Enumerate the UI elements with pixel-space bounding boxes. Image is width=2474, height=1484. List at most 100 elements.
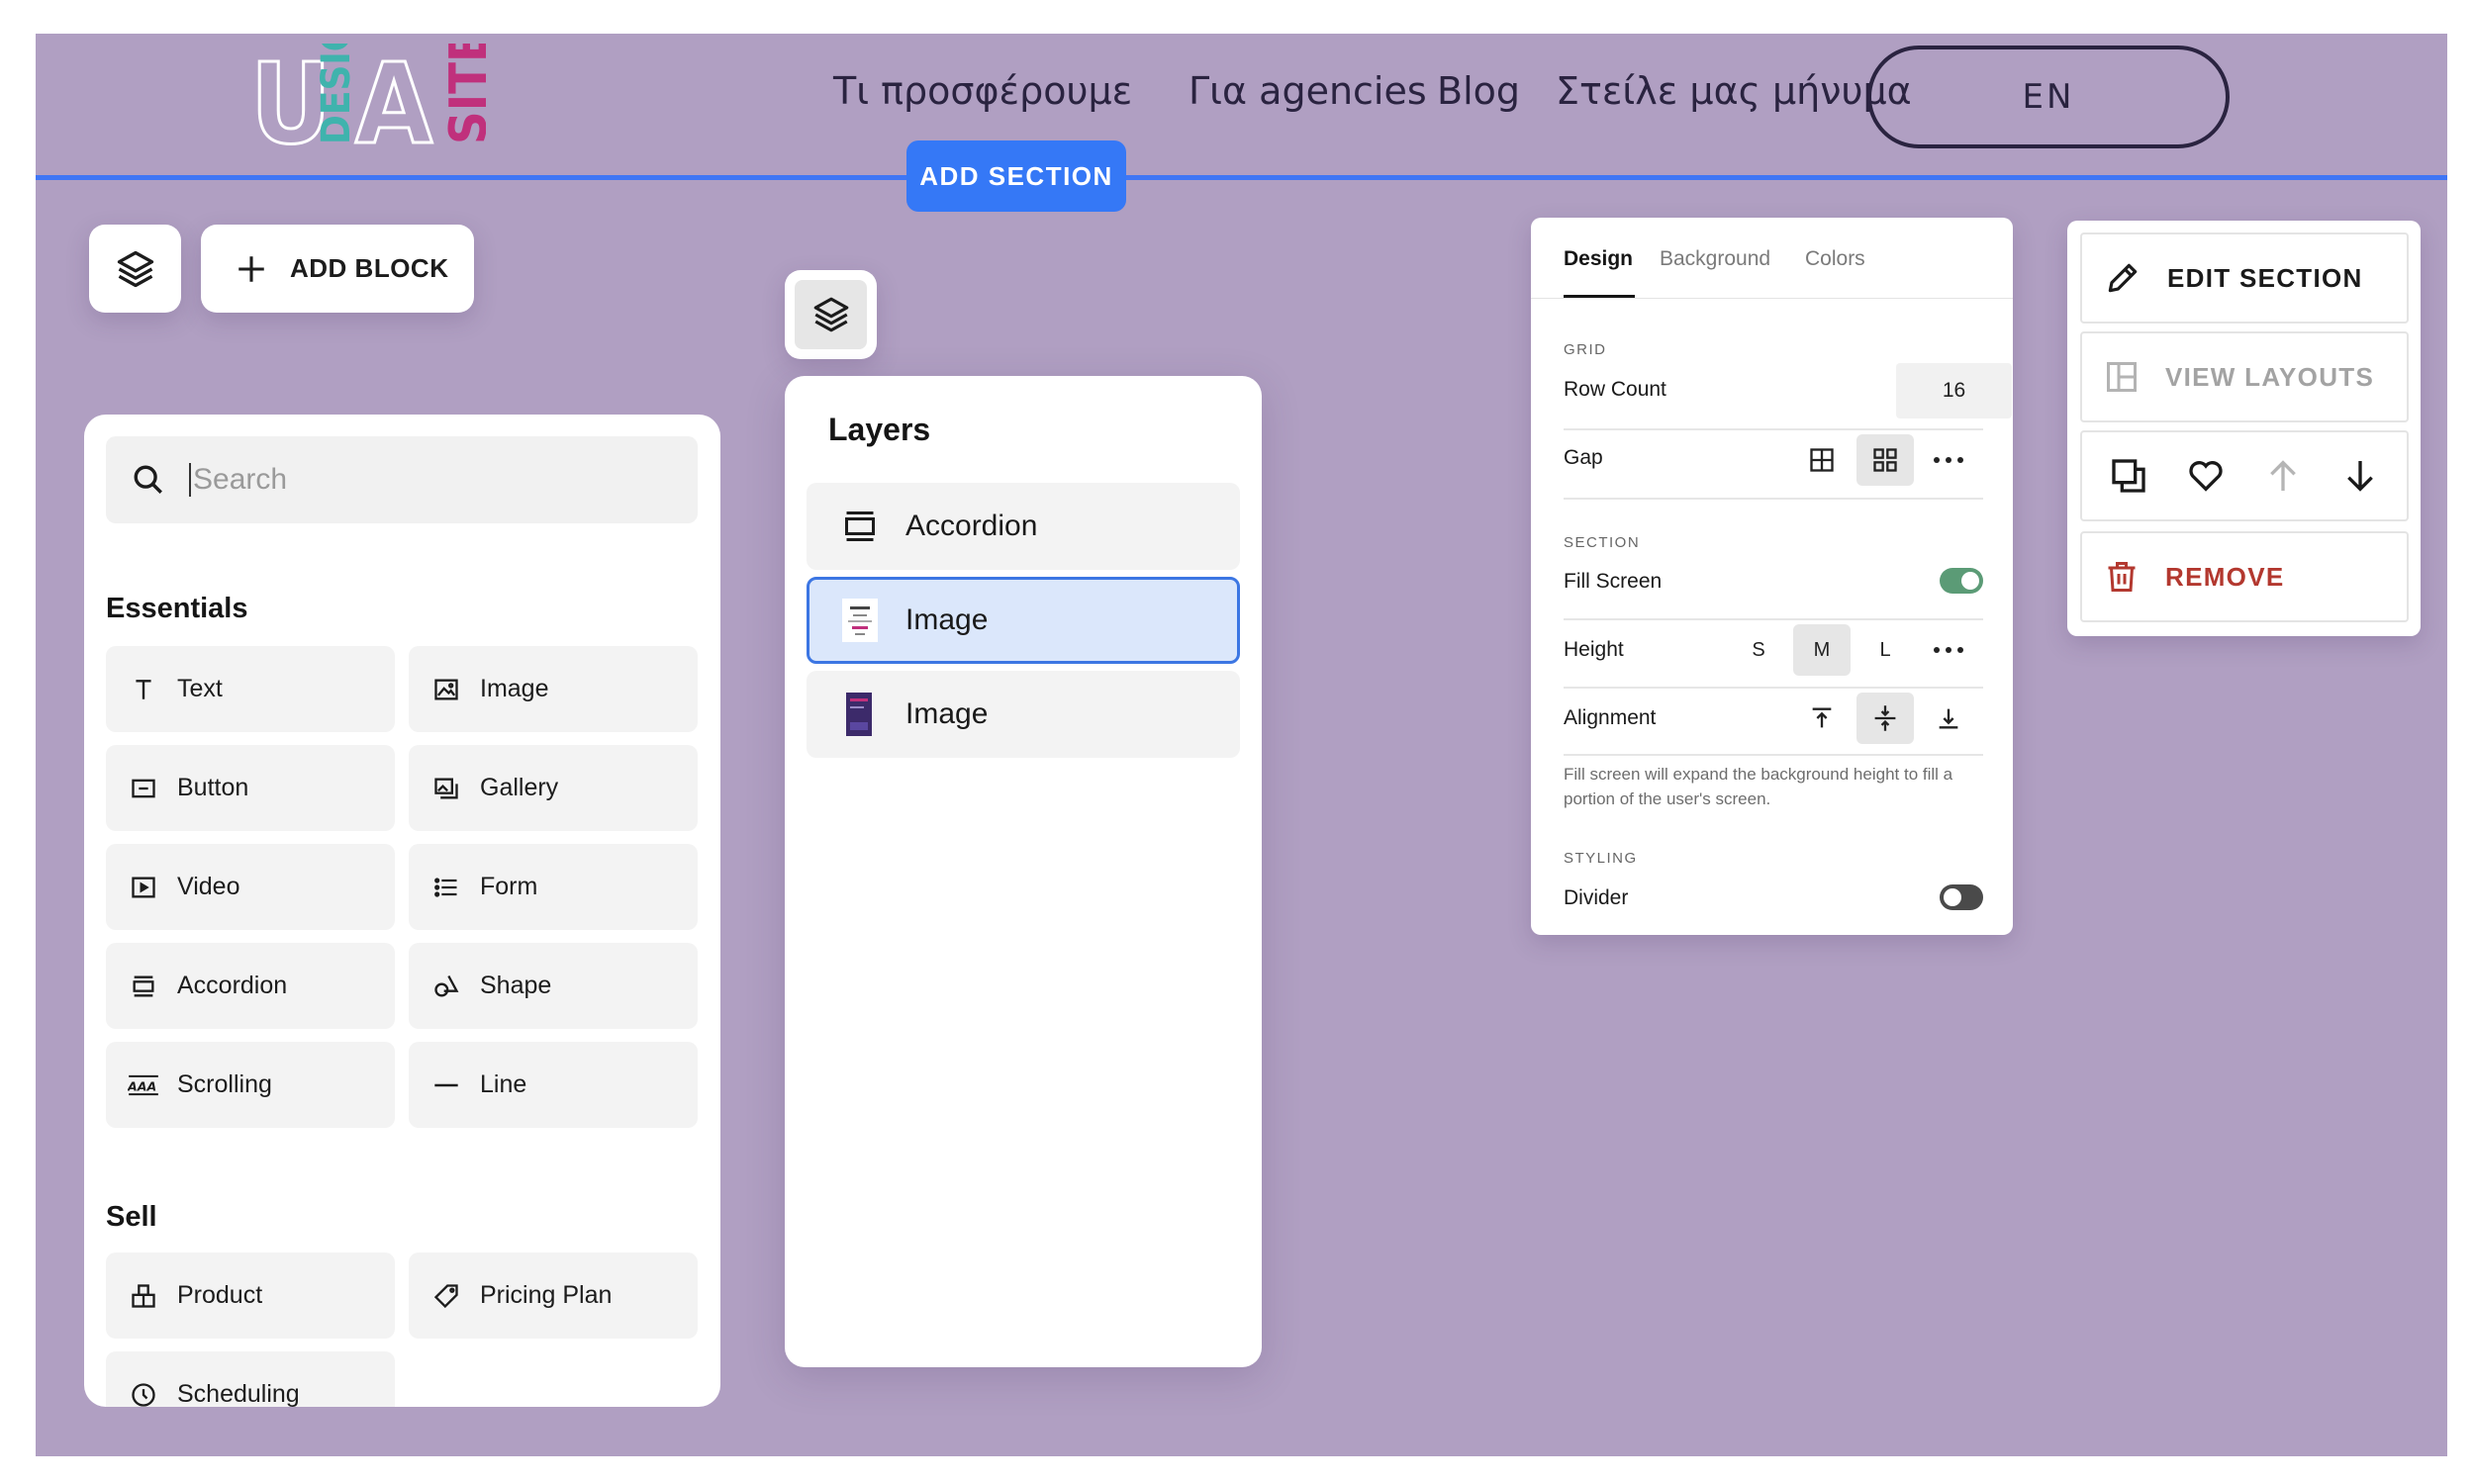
pencil-icon	[2104, 259, 2141, 297]
remove-section-button[interactable]: REMOVE	[2080, 531, 2409, 622]
grid-spaced-icon	[1871, 446, 1899, 474]
block-tile-accordion[interactable]: Accordion	[106, 943, 395, 1029]
product-icon	[128, 1280, 159, 1312]
section-title-sell: Sell	[106, 1201, 157, 1233]
block-tile-label: Accordion	[177, 972, 288, 999]
block-tile-form[interactable]: Form	[409, 844, 698, 930]
gap-more-button[interactable]	[1920, 434, 1977, 486]
video-icon	[128, 872, 159, 903]
divider-toggle[interactable]	[1940, 884, 1983, 910]
gap-wide-button[interactable]	[1793, 434, 1851, 486]
block-tile-line[interactable]: Line	[409, 1042, 698, 1128]
image-icon	[430, 674, 462, 705]
gap-label: Gap	[1564, 446, 1603, 469]
divider	[1564, 498, 1983, 500]
text-icon	[128, 674, 159, 705]
view-layouts-label: VIEW LAYOUTS	[2165, 361, 2375, 392]
height-large-button[interactable]: L	[1856, 624, 1914, 676]
divider-label: Divider	[1564, 886, 1629, 909]
layer-item[interactable]: Image	[807, 671, 1240, 758]
svg-text:A: A	[355, 44, 432, 154]
search-input[interactable]	[189, 463, 664, 497]
gap-spaced-button[interactable]	[1856, 434, 1914, 486]
block-tile-scheduling[interactable]: Scheduling	[106, 1351, 395, 1407]
layer-item-selected[interactable]: Image	[807, 577, 1240, 664]
pricing-tag-icon	[430, 1280, 462, 1312]
divider	[1564, 754, 1983, 756]
editor-canvas: U A DESIGN SITE Τι προσφέρουμε Για agenc…	[36, 34, 2447, 1456]
block-tile-product[interactable]: Product	[106, 1252, 395, 1339]
align-bottom-button[interactable]	[1920, 693, 1977, 744]
form-icon	[430, 872, 462, 903]
plus-icon	[235, 252, 268, 286]
button-icon	[128, 773, 159, 804]
nav-link-offer[interactable]: Τι προσφέρουμε	[833, 69, 1132, 113]
add-section-button[interactable]: ADD SECTION	[906, 140, 1126, 212]
shape-icon	[430, 971, 462, 1002]
block-tile-button[interactable]: Button	[106, 745, 395, 831]
arrow-up-icon[interactable]	[2263, 456, 2303, 496]
block-tile-label: Scheduling	[177, 1380, 300, 1407]
divider	[1531, 298, 2013, 299]
section-actions-row	[2080, 430, 2409, 521]
block-tile-gallery[interactable]: Gallery	[409, 745, 698, 831]
duplicate-icon[interactable]	[2109, 456, 2148, 496]
block-tile-label: Product	[177, 1281, 263, 1309]
edit-section-button[interactable]: EDIT SECTION	[2080, 232, 2409, 324]
nav-link-agencies[interactable]: Για agencies	[1189, 69, 1427, 113]
block-tile-video[interactable]: Video	[106, 844, 395, 930]
row-count-label: Row Count	[1564, 378, 1666, 401]
block-tile-shape[interactable]: Shape	[409, 943, 698, 1029]
section-toolbar: EDIT SECTION VIEW LAYOUTS REMOVE	[2067, 221, 2421, 636]
layers-panel-toggle[interactable]	[785, 270, 877, 359]
block-tile-label: Video	[177, 873, 240, 900]
group-label-grid: GRID	[1564, 341, 1607, 358]
align-top-button[interactable]	[1793, 693, 1851, 744]
gallery-icon	[430, 773, 462, 804]
row-count-input[interactable]: 16	[1896, 363, 2012, 418]
align-center-icon	[1871, 703, 1899, 733]
layer-item[interactable]: Accordion	[807, 483, 1240, 570]
align-bottom-icon	[1935, 704, 1962, 732]
fill-screen-help-text: Fill screen will expand the background h…	[1564, 765, 1953, 808]
heart-icon[interactable]	[2186, 456, 2226, 496]
layers-icon	[114, 247, 157, 291]
align-center-button[interactable]	[1856, 693, 1914, 744]
tab-design[interactable]: Design	[1564, 247, 1633, 271]
block-tile-label: Text	[177, 675, 223, 702]
block-tile-label: Form	[480, 873, 538, 900]
block-tile-label: Shape	[480, 972, 552, 999]
view-layouts-button[interactable]: VIEW LAYOUTS	[2080, 331, 2409, 422]
search-box[interactable]	[106, 436, 698, 523]
layout-icon	[2104, 359, 2140, 395]
tab-background[interactable]: Background	[1660, 247, 1770, 271]
tab-colors[interactable]: Colors	[1805, 247, 1865, 271]
block-tile-image[interactable]: Image	[409, 646, 698, 732]
fill-screen-toggle[interactable]	[1940, 568, 1983, 594]
layer-label: Accordion	[905, 510, 1038, 542]
arrow-down-icon[interactable]	[2340, 456, 2380, 496]
remove-label: REMOVE	[2165, 561, 2285, 592]
group-label-section: SECTION	[1564, 534, 1641, 551]
block-tile-pricing-plan[interactable]: Pricing Plan	[409, 1252, 698, 1339]
block-tile-scrolling[interactable]: AAA Scrolling	[106, 1042, 395, 1128]
site-logo[interactable]: U A DESIGN SITE	[248, 44, 487, 154]
language-button[interactable]: EN	[1867, 46, 2230, 148]
height-small-button[interactable]: S	[1730, 624, 1787, 676]
svg-text:SITE: SITE	[439, 44, 486, 144]
add-block-button[interactable]: ADD BLOCK	[201, 225, 474, 313]
nav-link-blog[interactable]: Blog	[1437, 69, 1520, 113]
image-thumbnail	[842, 693, 878, 736]
accordion-icon	[128, 971, 159, 1002]
nav-link-contact[interactable]: Στείλε μας μήνυμα	[1556, 69, 1912, 113]
align-top-icon	[1808, 704, 1836, 732]
block-tile-label: Scrolling	[177, 1070, 272, 1098]
height-more-button[interactable]	[1920, 624, 1977, 676]
height-label: Height	[1564, 638, 1624, 661]
layers-toggle-button[interactable]	[89, 225, 181, 313]
svg-text:AAA: AAA	[128, 1078, 156, 1093]
block-tile-text[interactable]: Text	[106, 646, 395, 732]
height-medium-button[interactable]: M	[1793, 624, 1851, 676]
clock-icon	[128, 1379, 159, 1408]
divider	[1564, 687, 1983, 689]
